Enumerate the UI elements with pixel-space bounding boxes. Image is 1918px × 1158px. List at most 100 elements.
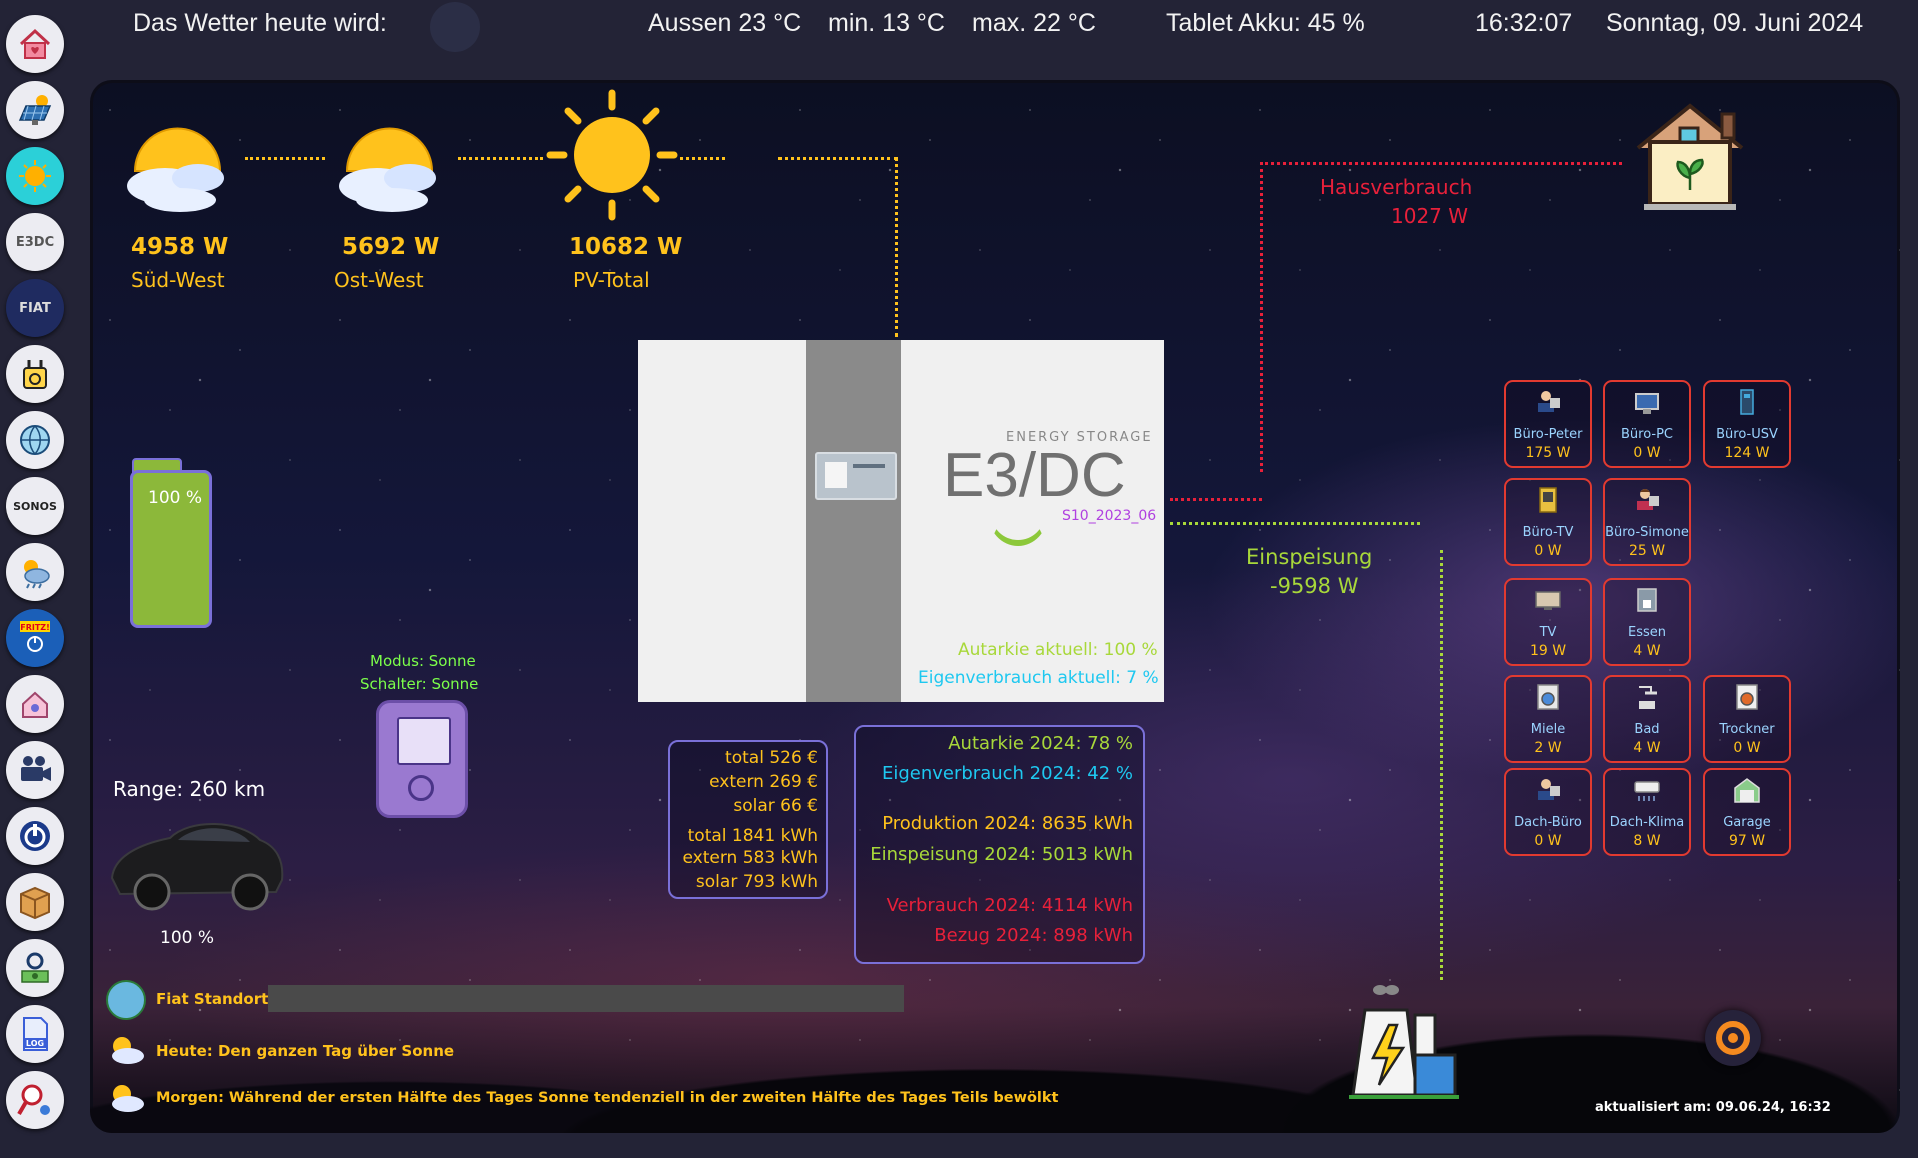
pv-line-sw (245, 157, 325, 160)
device-value: 97 W (1728, 833, 1766, 849)
washing-machine-icon (1537, 684, 1559, 710)
svg-text:LOG: LOG (26, 1039, 44, 1048)
e3dc-display-screen (825, 462, 847, 488)
cost-solar-eur: solar 66 € (733, 796, 818, 816)
grid-value: -9598 W (1270, 574, 1359, 598)
house-line-top (1260, 162, 1622, 165)
person-desk-icon (1538, 779, 1560, 800)
device-name: Büro-TV (1522, 525, 1574, 540)
grafana-icon (1716, 1021, 1750, 1055)
coffee-machine-icon (1637, 588, 1657, 612)
sonos-icon[interactable]: SONOS (6, 477, 64, 535)
wallbox-display (397, 717, 451, 765)
device-name: Büro-PC (1620, 427, 1674, 442)
year-autarkie: Autarkie 2024: 78 % (948, 733, 1133, 754)
e3dc-autarkie: Autarkie aktuell: 100 % (958, 640, 1158, 660)
pv-line-to-e3dc (778, 157, 898, 160)
device-name: Büro-Simone (1605, 525, 1689, 540)
year-eigenverbrauch: Eigenverbrauch 2024: 42 % (881, 763, 1133, 784)
package-icon[interactable] (6, 873, 64, 931)
tv-icon (1539, 487, 1557, 513)
device-buero-usv[interactable]: Büro-USV 124 W (1703, 380, 1791, 468)
video-camera-icon[interactable] (6, 741, 64, 799)
e3dc-display (815, 452, 897, 500)
e3dc-storage[interactable]: ENERGY STORAGE E3/DC S10_2023_06 Autarki… (638, 340, 1164, 702)
tablet-battery: Tablet Akku: 45 % (1166, 9, 1365, 37)
device-value: 4 W (1633, 643, 1661, 659)
pv-line-down (895, 157, 898, 337)
e3dc-column (806, 340, 901, 702)
cost-solar-kwh: solar 793 kWh (695, 872, 818, 892)
house-line-vertical (1260, 162, 1263, 472)
device-value: 2 W (1534, 740, 1562, 756)
fritzbox-icon[interactable]: FRITZ! (6, 609, 64, 667)
network-globe-icon[interactable] (6, 411, 64, 469)
e3dc-eigenverbrauch: Eigenverbrauch aktuell: 7 % (918, 668, 1159, 688)
home-icon[interactable] (6, 15, 64, 73)
smarthome-icon[interactable] (6, 675, 64, 733)
device-trockner[interactable]: Trockner 0 W (1703, 675, 1791, 763)
charger-icon[interactable] (6, 345, 64, 403)
fiat-icon[interactable]: FIAT (6, 279, 64, 337)
e3dc-id: S10_2023_06 (1062, 508, 1157, 524)
device-value: 8 W (1633, 833, 1661, 849)
garage-icon (1734, 778, 1760, 803)
air-conditioner-icon (1634, 781, 1660, 801)
cost-total-eur: total 526 € (725, 748, 818, 768)
device-name: Dach-Büro (1514, 815, 1582, 830)
device-dach-buero[interactable]: Dach-Büro 0 W (1504, 768, 1592, 856)
forecast-today: Heute: Den ganzen Tag über Sonne (156, 1042, 455, 1060)
grafana-button[interactable] (1705, 1010, 1761, 1066)
e3dc-icon[interactable]: E3DC (6, 213, 64, 271)
year-produktion: Produktion 2024: 8635 kWh (882, 813, 1133, 834)
device-buero-tv[interactable]: Büro-TV 0 W (1504, 478, 1592, 566)
top-bar: Das Wetter heute wird: Aussen 23 °C min.… (70, 0, 1918, 80)
wallbox-button[interactable] (376, 700, 468, 818)
tv-icon (1535, 591, 1561, 610)
power-plant-icon (1349, 985, 1459, 1099)
device-garage[interactable]: Garage 97 W (1703, 768, 1791, 856)
device-miele[interactable]: Miele 2 W (1504, 675, 1592, 763)
device-buero-simone[interactable]: Büro-Simone 25 W (1603, 478, 1691, 566)
device-dach-klima[interactable]: Dach-Klima 8 W (1603, 768, 1691, 856)
device-name: Trockner (1719, 722, 1775, 737)
pv-ow-value: 5692 W (342, 234, 440, 260)
sun-icon[interactable] (6, 147, 64, 205)
power-icon[interactable] (6, 807, 64, 865)
device-value: 0 W (1534, 543, 1562, 559)
person-desk-icon (1538, 391, 1560, 412)
pv-line-ow (458, 157, 543, 160)
weather-icon[interactable] (6, 543, 64, 601)
device-value: 19 W (1529, 643, 1567, 659)
car-icon[interactable] (100, 808, 290, 916)
max-temp: max. 22 °C (972, 9, 1096, 37)
house-label: Hausverbrauch (1320, 175, 1473, 199)
e3dc-display-bar (853, 464, 885, 468)
device-value: 25 W (1628, 543, 1666, 559)
device-name: TV (1539, 625, 1557, 640)
settings-money-icon[interactable] (6, 939, 64, 997)
weather-today-icon (430, 2, 480, 52)
fiat-location-field (268, 985, 904, 1012)
year-bezug: Bezug 2024: 898 kWh (934, 925, 1133, 946)
device-name: Büro-Peter (1513, 427, 1583, 442)
device-name: Essen (1628, 625, 1666, 640)
device-value: 0 W (1733, 740, 1761, 756)
globe-heart-icon (106, 980, 146, 1020)
device-bad[interactable]: Bad 4 W (1603, 675, 1691, 763)
solar-panel-icon[interactable] (6, 81, 64, 139)
cost-box: total 526 € extern 269 € solar 66 € tota… (668, 740, 828, 899)
device-name: Büro-USV (1716, 427, 1778, 442)
device-essen[interactable]: Essen 4 W (1603, 578, 1691, 666)
device-tv[interactable]: TV 19 W (1504, 578, 1592, 666)
weather-label: Das Wetter heute wird: (133, 9, 387, 37)
wallbox-mode: Modus: Sonne (370, 652, 476, 670)
device-buero-peter[interactable]: Büro-Peter 175 W (1504, 380, 1592, 468)
partly-cloudy-ow-icon (339, 127, 436, 212)
e3dc-icon-text: E3DC (15, 234, 55, 250)
device-buero-pc[interactable]: Büro-PC 0 W (1603, 380, 1691, 468)
pv-sw-value: 4958 W (131, 234, 229, 260)
log-icon[interactable]: LOG (6, 1005, 64, 1063)
search-settings-icon[interactable] (6, 1071, 64, 1129)
outside-temp: Aussen 23 °C (648, 9, 802, 37)
